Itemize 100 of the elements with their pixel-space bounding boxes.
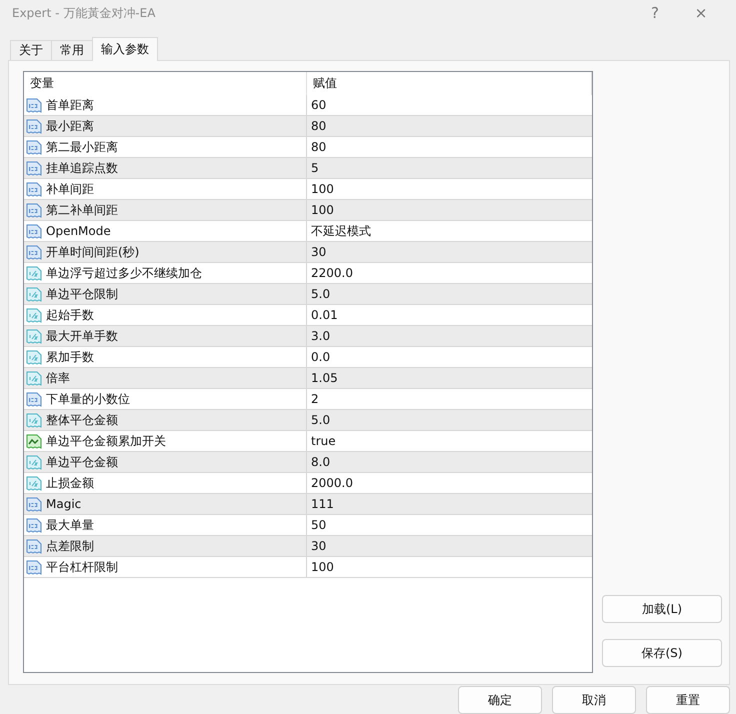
parameter-row[interactable]: 第二补单间距 100 [24, 200, 592, 221]
parameter-row[interactable]: 整体平仓金额 5.0 [24, 410, 592, 431]
parameter-name: 首单距离 [46, 96, 94, 114]
parameter-name: 补单间距 [46, 180, 94, 198]
parameter-row[interactable]: 挂单追踪点数 5 [24, 158, 592, 179]
parameter-name: 平台杠杆限制 [46, 558, 118, 576]
parameter-name: 挂单追踪点数 [46, 160, 118, 176]
dialog-button[interactable]: 确定 [458, 686, 542, 714]
fraction-type-icon [26, 307, 42, 323]
parameter-name: 累加手数 [46, 348, 94, 366]
parameter-row[interactable]: 第二最小距离 80 [24, 137, 592, 158]
parameter-name: 整体平仓金额 [46, 412, 118, 428]
parameter-row[interactable]: OpenMode 不延迟模式 [24, 221, 592, 242]
parameter-row[interactable]: 下单量的小数位 2 [24, 389, 592, 410]
fraction-type-icon [26, 454, 42, 470]
parameter-row[interactable]: 开单时间间距(秒) 30 [24, 242, 592, 263]
tab[interactable]: 输入参数 [92, 37, 158, 61]
parameter-value[interactable]: 0.01 [307, 305, 592, 325]
parameter-value[interactable]: 5 [307, 158, 592, 178]
parameter-name: 最大开单手数 [46, 328, 118, 344]
parameter-name: 开单时间间距(秒) [46, 244, 140, 260]
parameter-value[interactable]: 80 [307, 137, 592, 157]
parameter-value[interactable]: 30 [307, 242, 592, 262]
toggle-type-icon [26, 433, 42, 449]
number-type-icon [26, 202, 42, 218]
parameter-value[interactable]: 30 [307, 536, 592, 556]
number-type-icon [26, 139, 42, 155]
parameter-row[interactable]: Magic 111 [24, 494, 592, 515]
parameter-value[interactable]: 不延迟模式 [307, 221, 592, 241]
fraction-type-icon [26, 328, 42, 344]
parameter-row[interactable]: 单边平仓金额 8.0 [24, 452, 592, 473]
fraction-type-icon [26, 412, 42, 428]
parameter-value[interactable]: 80 [307, 116, 592, 136]
parameter-value[interactable]: 0.0 [307, 347, 592, 367]
parameter-row[interactable]: 首单距离 60 [24, 95, 592, 116]
parameter-row[interactable]: 单边平仓金额累加开关 true [24, 431, 592, 452]
fraction-type-icon [26, 265, 42, 281]
fraction-type-icon [26, 349, 42, 365]
parameter-name: 单边平仓限制 [46, 286, 118, 302]
tab[interactable]: 关于 [10, 40, 52, 60]
dialog-button[interactable]: 取消 [552, 686, 636, 714]
parameter-value[interactable]: 2000.0 [307, 473, 592, 493]
parameter-name: 起始手数 [46, 306, 94, 324]
parameter-row[interactable]: 单边平仓限制 5.0 [24, 284, 592, 305]
parameter-name: OpenMode [46, 224, 111, 238]
parameter-name: 单边浮亏超过多少不继续加仓 [46, 264, 202, 282]
parameter-value[interactable]: 100 [307, 179, 592, 199]
parameter-row[interactable]: 最大单量 50 [24, 515, 592, 536]
number-type-icon [26, 118, 42, 134]
parameter-value[interactable]: 111 [307, 494, 592, 514]
parameter-name: 点差限制 [46, 538, 94, 554]
close-button[interactable]: × [678, 0, 724, 26]
parameter-name: 第二补单间距 [46, 202, 118, 218]
parameter-row[interactable]: 最大开单手数 3.0 [24, 326, 592, 347]
parameter-value[interactable]: 2 [307, 389, 592, 409]
number-type-icon [26, 517, 42, 533]
number-type-icon [26, 244, 42, 260]
parameter-name: Magic [46, 497, 82, 511]
parameter-name: 止损金额 [46, 474, 94, 492]
parameter-value[interactable]: 50 [307, 515, 592, 535]
parameter-value[interactable]: true [307, 431, 592, 451]
parameter-value[interactable]: 1.05 [307, 368, 592, 388]
parameter-value[interactable]: 2200.0 [307, 263, 592, 283]
parameter-value[interactable]: 5.0 [307, 410, 592, 430]
window-title: Expert - 万能黃金对冲-EA [12, 4, 156, 22]
parameter-row[interactable]: 点差限制 30 [24, 536, 592, 557]
number-type-icon [26, 181, 42, 197]
help-button[interactable]: ? [632, 0, 678, 26]
fraction-type-icon [26, 370, 42, 386]
parameter-value[interactable]: 3.0 [307, 326, 592, 346]
parameter-row[interactable]: 起始手数 0.01 [24, 305, 592, 326]
parameter-name: 第二最小距离 [46, 138, 118, 156]
parameter-row[interactable]: 止损金额 2000.0 [24, 473, 592, 494]
side-button[interactable]: 加载(L) [602, 595, 722, 623]
fraction-type-icon [26, 475, 42, 491]
parameter-row[interactable]: 平台杠杆限制 100 [24, 557, 592, 578]
parameter-value[interactable]: 60 [307, 95, 592, 115]
number-type-icon [26, 97, 42, 113]
parameter-name: 最大单量 [46, 516, 94, 534]
number-type-icon [26, 391, 42, 407]
parameter-row[interactable]: 最小距离 80 [24, 116, 592, 137]
parameter-value[interactable]: 8.0 [307, 452, 592, 472]
parameter-name: 单边平仓金额累加开关 [46, 432, 166, 450]
parameter-value[interactable]: 100 [307, 557, 592, 577]
parameter-name: 倍率 [46, 370, 70, 386]
side-button[interactable]: 保存(S) [602, 639, 722, 667]
fraction-type-icon [26, 286, 42, 302]
number-type-icon [26, 223, 42, 239]
parameter-row[interactable]: 单边浮亏超过多少不继续加仓 2200.0 [24, 263, 592, 284]
parameter-row[interactable]: 累加手数 0.0 [24, 347, 592, 368]
parameter-value[interactable]: 5.0 [307, 284, 592, 304]
parameter-row[interactable]: 倍率 1.05 [24, 368, 592, 389]
parameter-value[interactable]: 100 [307, 200, 592, 220]
parameter-name: 最小距离 [46, 118, 94, 134]
number-type-icon [26, 559, 42, 575]
dialog-button[interactable]: 重置 [646, 686, 730, 714]
parameter-name: 下单量的小数位 [46, 390, 130, 408]
parameter-name: 单边平仓金额 [46, 454, 118, 470]
parameter-row[interactable]: 补单间距 100 [24, 179, 592, 200]
number-type-icon [26, 496, 42, 512]
